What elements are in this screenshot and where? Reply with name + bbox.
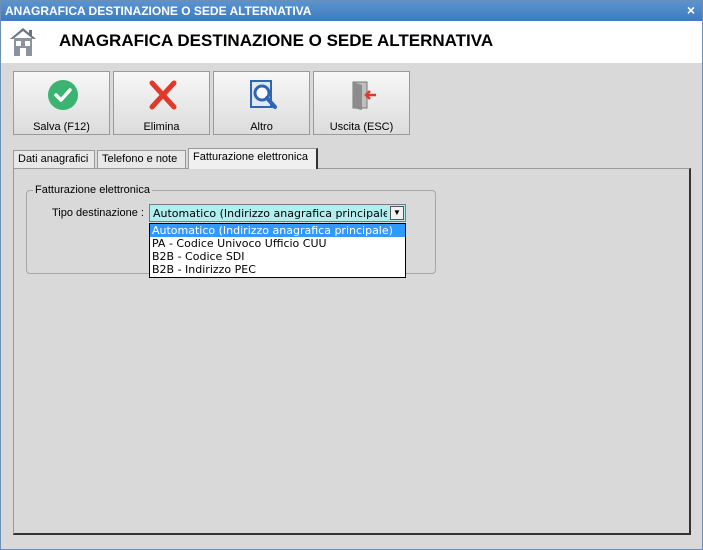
exit-door-icon xyxy=(352,81,376,110)
tipo-destinazione-value: Automatico (Indirizzo anagrafica princip… xyxy=(153,207,387,220)
save-button[interactable]: Salva (F12) xyxy=(13,71,110,135)
other-button-label: Altro xyxy=(250,121,273,133)
dropdown-option[interactable]: B2B - Indirizzo PEC xyxy=(150,263,405,276)
close-icon[interactable]: × xyxy=(687,2,695,18)
group-title: Fatturazione elettronica xyxy=(33,184,152,196)
form-body: Salva (F12) Elimina Altro Uscita (ESC) D… xyxy=(1,63,702,549)
tipo-destinazione-combobox[interactable]: Automatico (Indirizzo anagrafica princip… xyxy=(149,204,406,222)
other-button[interactable]: Altro xyxy=(213,71,310,135)
tab-telefono-e-note[interactable]: Telefono e note xyxy=(97,150,186,168)
dropdown-option[interactable]: B2B - Codice SDI xyxy=(150,250,405,263)
form-header: ANAGRAFICA DESTINAZIONE O SEDE ALTERNATI… xyxy=(1,21,702,63)
check-icon xyxy=(48,80,78,110)
tab-fatturazione-elettronica[interactable]: Fatturazione elettronica xyxy=(188,148,318,169)
delete-button[interactable]: Elimina xyxy=(113,71,210,135)
save-button-label: Salva (F12) xyxy=(33,121,90,133)
tab-panel: Fatturazione elettronica Tipo destinazio… xyxy=(13,168,691,535)
page-title: ANAGRAFICA DESTINAZIONE O SEDE ALTERNATI… xyxy=(59,31,494,50)
search-document-icon xyxy=(250,80,277,109)
exit-button[interactable]: Uscita (ESC) xyxy=(313,71,410,135)
window-title: ANAGRAFICA DESTINAZIONE O SEDE ALTERNATI… xyxy=(5,4,312,18)
chevron-down-icon[interactable]: ▼ xyxy=(390,206,404,220)
tipo-destinazione-label: Tipo destinazione : xyxy=(52,207,144,219)
dropdown-option[interactable]: PA - Codice Univoco Ufficio CUU xyxy=(150,237,405,250)
exit-button-label: Uscita (ESC) xyxy=(329,121,394,133)
delete-button-label: Elimina xyxy=(143,121,180,133)
tab-dati-anagrafici[interactable]: Dati anagrafici xyxy=(13,150,95,168)
delete-x-icon xyxy=(149,80,177,110)
title-bar[interactable]: ANAGRAFICA DESTINAZIONE O SEDE ALTERNATI… xyxy=(1,1,702,21)
application-window: ANAGRAFICA DESTINAZIONE O SEDE ALTERNATI… xyxy=(0,0,703,550)
tipo-destinazione-dropdown: Automatico (Indirizzo anagrafica princip… xyxy=(149,223,406,278)
home-icon xyxy=(10,28,36,56)
dropdown-option[interactable]: Automatico (Indirizzo anagrafica princip… xyxy=(150,224,405,237)
